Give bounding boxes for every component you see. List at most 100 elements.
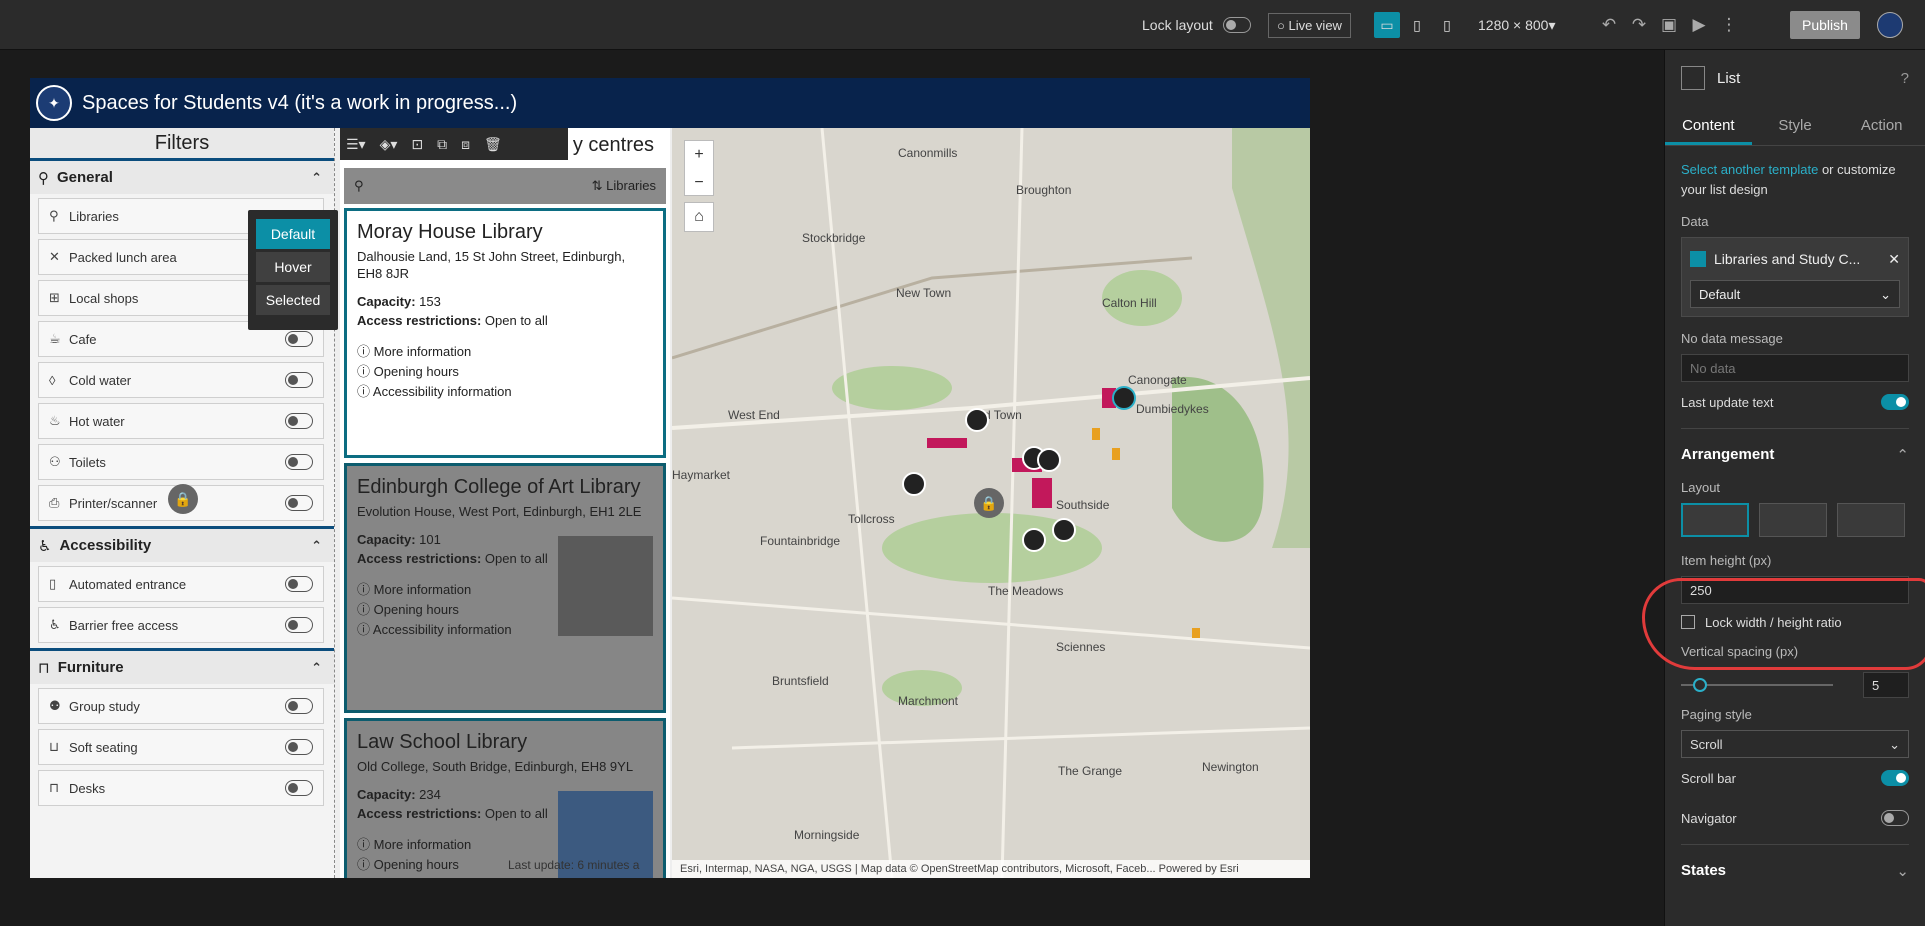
opening-hours-link[interactable]: ⓘ Opening hours bbox=[357, 362, 653, 382]
more-info-link[interactable]: ⓘ More information bbox=[357, 342, 653, 362]
nodata-input[interactable]: No data bbox=[1681, 354, 1909, 382]
filter-barrier-free[interactable]: ♿ Barrier free access bbox=[38, 607, 324, 643]
search-icon[interactable]: ⚲ bbox=[354, 178, 364, 194]
duplicate-icon[interactable]: ⧈ bbox=[461, 136, 470, 153]
drop-icon: ◊ bbox=[49, 372, 56, 388]
phone-icon[interactable]: ▯ bbox=[1434, 12, 1460, 38]
save-icon[interactable]: ▣ bbox=[1654, 15, 1684, 35]
accessibility-info-link[interactable]: ⓘ Accessibility information bbox=[357, 382, 653, 402]
library-pin-icon[interactable] bbox=[1037, 448, 1061, 472]
soft-seating-toggle[interactable] bbox=[285, 739, 313, 755]
layers-icon[interactable]: ◈▾ bbox=[380, 136, 398, 153]
filter-group-study[interactable]: ⚉ Group study bbox=[38, 688, 324, 724]
lock-icon[interactable]: 🔒 bbox=[974, 488, 1004, 518]
filter-label: Hot water bbox=[69, 413, 125, 429]
hot-water-toggle[interactable] bbox=[285, 413, 313, 429]
printer-icon: ⎙ bbox=[49, 495, 60, 510]
library-pin-icon[interactable] bbox=[1022, 528, 1046, 552]
info-icon: ⓘ bbox=[357, 837, 371, 852]
slider-thumb[interactable] bbox=[1693, 678, 1707, 692]
library-pin-icon[interactable] bbox=[965, 408, 989, 432]
info-icon: ⓘ bbox=[357, 582, 371, 597]
library-pin-icon[interactable] bbox=[1052, 518, 1076, 542]
lock-icon[interactable]: 🔒 bbox=[168, 484, 198, 514]
layout-column-option[interactable] bbox=[1759, 503, 1827, 537]
list-item[interactable]: Moray House Library Dalhousie Land, 15 S… bbox=[344, 208, 666, 458]
toilet-icon: ⚇ bbox=[49, 454, 61, 469]
layout-row-option[interactable] bbox=[1681, 503, 1749, 537]
chevron-up-icon[interactable]: ⌃ bbox=[311, 170, 322, 186]
chevron-down-icon: ⌄ bbox=[1896, 862, 1909, 880]
scrollbar-toggle[interactable] bbox=[1881, 770, 1909, 786]
copy-icon[interactable]: ⧉ bbox=[437, 136, 447, 153]
last-update-toggle[interactable] bbox=[1881, 394, 1909, 410]
state-hover[interactable]: Hover bbox=[256, 252, 330, 282]
delete-icon[interactable]: 🗑 bbox=[484, 136, 502, 153]
select-template-link[interactable]: Select another template bbox=[1681, 162, 1818, 177]
zoom-out-icon[interactable]: − bbox=[685, 169, 713, 197]
lock-layout-control[interactable]: Lock layout bbox=[1142, 0, 1251, 50]
list-item[interactable]: Law School Library Old College, South Br… bbox=[344, 718, 666, 878]
section-general[interactable]: ⚲ General ⌃ bbox=[30, 158, 334, 194]
datasource-view-select[interactable]: Default ⌄ bbox=[1690, 280, 1900, 308]
desks-toggle[interactable] bbox=[285, 780, 313, 796]
map-widget[interactable]: Canonmills Broughton Stockbridge New Tow… bbox=[672, 128, 1310, 878]
close-icon[interactable]: ✕ bbox=[1888, 251, 1900, 268]
live-view-button[interactable]: ○ Live view bbox=[1268, 12, 1351, 38]
cold-water-toggle[interactable] bbox=[285, 372, 313, 388]
group-study-toggle[interactable] bbox=[285, 698, 313, 714]
tab-action[interactable]: Action bbox=[1838, 106, 1925, 145]
help-icon[interactable]: ? bbox=[1901, 70, 1909, 87]
list-search-bar[interactable]: ⚲ ⇅ Libraries bbox=[344, 168, 666, 204]
align-icon[interactable]: ☰▾ bbox=[346, 136, 366, 153]
tab-style[interactable]: Style bbox=[1752, 106, 1839, 145]
chevron-up-icon[interactable]: ⌃ bbox=[311, 660, 322, 676]
navigator-toggle[interactable] bbox=[1881, 810, 1909, 826]
lock-layout-toggle[interactable] bbox=[1222, 17, 1251, 33]
toilets-toggle[interactable] bbox=[285, 454, 313, 470]
state-selected[interactable]: Selected bbox=[256, 285, 330, 315]
layout-grid-option[interactable] bbox=[1837, 503, 1905, 537]
filter-hot-water[interactable]: ♨ Hot water bbox=[38, 403, 324, 439]
more-icon[interactable]: ⋮ bbox=[1714, 15, 1744, 35]
desktop-icon[interactable]: ▭ bbox=[1374, 12, 1400, 38]
tablet-icon[interactable]: ▯ bbox=[1404, 12, 1430, 38]
filter-desks[interactable]: ⊓ Desks bbox=[38, 770, 324, 806]
state-default[interactable]: Default bbox=[256, 219, 330, 249]
library-pin-icon[interactable] bbox=[1112, 386, 1136, 410]
publish-button[interactable]: Publish bbox=[1790, 11, 1860, 39]
barrier-free-toggle[interactable] bbox=[285, 617, 313, 633]
filter-icon: ⚲ bbox=[38, 169, 49, 187]
filter-automated-entrance[interactable]: ▯ Automated entrance bbox=[38, 566, 324, 602]
section-title: Furniture bbox=[57, 659, 124, 676]
home-icon[interactable]: ⌂ bbox=[684, 202, 714, 232]
filter-soft-seating[interactable]: ⊔ Soft seating bbox=[38, 729, 324, 765]
tab-content[interactable]: Content bbox=[1665, 106, 1752, 145]
automated-entrance-toggle[interactable] bbox=[285, 576, 313, 592]
sort-label: Libraries bbox=[606, 178, 656, 193]
printer-toggle[interactable] bbox=[285, 495, 313, 511]
filter-toilets[interactable]: ⚇ Toilets bbox=[38, 444, 324, 480]
list-item[interactable]: Edinburgh College of Art Library Evoluti… bbox=[344, 463, 666, 713]
cafe-toggle[interactable] bbox=[285, 331, 313, 347]
section-furniture[interactable]: ⊓ Furniture ⌃ bbox=[30, 648, 334, 684]
states-header[interactable]: States ⌄ bbox=[1681, 844, 1909, 896]
paging-select[interactable]: Scroll ⌄ bbox=[1681, 730, 1909, 758]
library-pin-icon[interactable] bbox=[902, 472, 926, 496]
vspacing-slider[interactable]: 5 bbox=[1681, 667, 1909, 703]
arrangement-header[interactable]: Arrangement ⌃ bbox=[1681, 428, 1909, 480]
chevron-down-icon: ⌄ bbox=[1889, 737, 1900, 752]
section-accessibility[interactable]: ♿ Accessibility ⌃ bbox=[30, 526, 334, 562]
zoom-in-icon[interactable]: + bbox=[685, 141, 713, 169]
filter-cold-water[interactable]: ◊ Cold water bbox=[38, 362, 324, 398]
preview-icon[interactable]: ▶ bbox=[1684, 15, 1714, 35]
avatar[interactable] bbox=[1877, 12, 1903, 38]
undo-icon[interactable]: ↶ bbox=[1594, 15, 1624, 35]
resolution-select[interactable]: 1280 × 800 bbox=[1478, 17, 1548, 33]
chevron-up-icon[interactable]: ⌃ bbox=[311, 538, 322, 554]
vspacing-input[interactable]: 5 bbox=[1863, 672, 1909, 698]
sort-button[interactable]: ⇅ Libraries bbox=[592, 178, 656, 194]
unlock-icon[interactable]: ⊡ bbox=[411, 136, 423, 153]
list-widget-icon bbox=[1681, 66, 1705, 90]
redo-icon[interactable]: ↷ bbox=[1624, 15, 1654, 35]
